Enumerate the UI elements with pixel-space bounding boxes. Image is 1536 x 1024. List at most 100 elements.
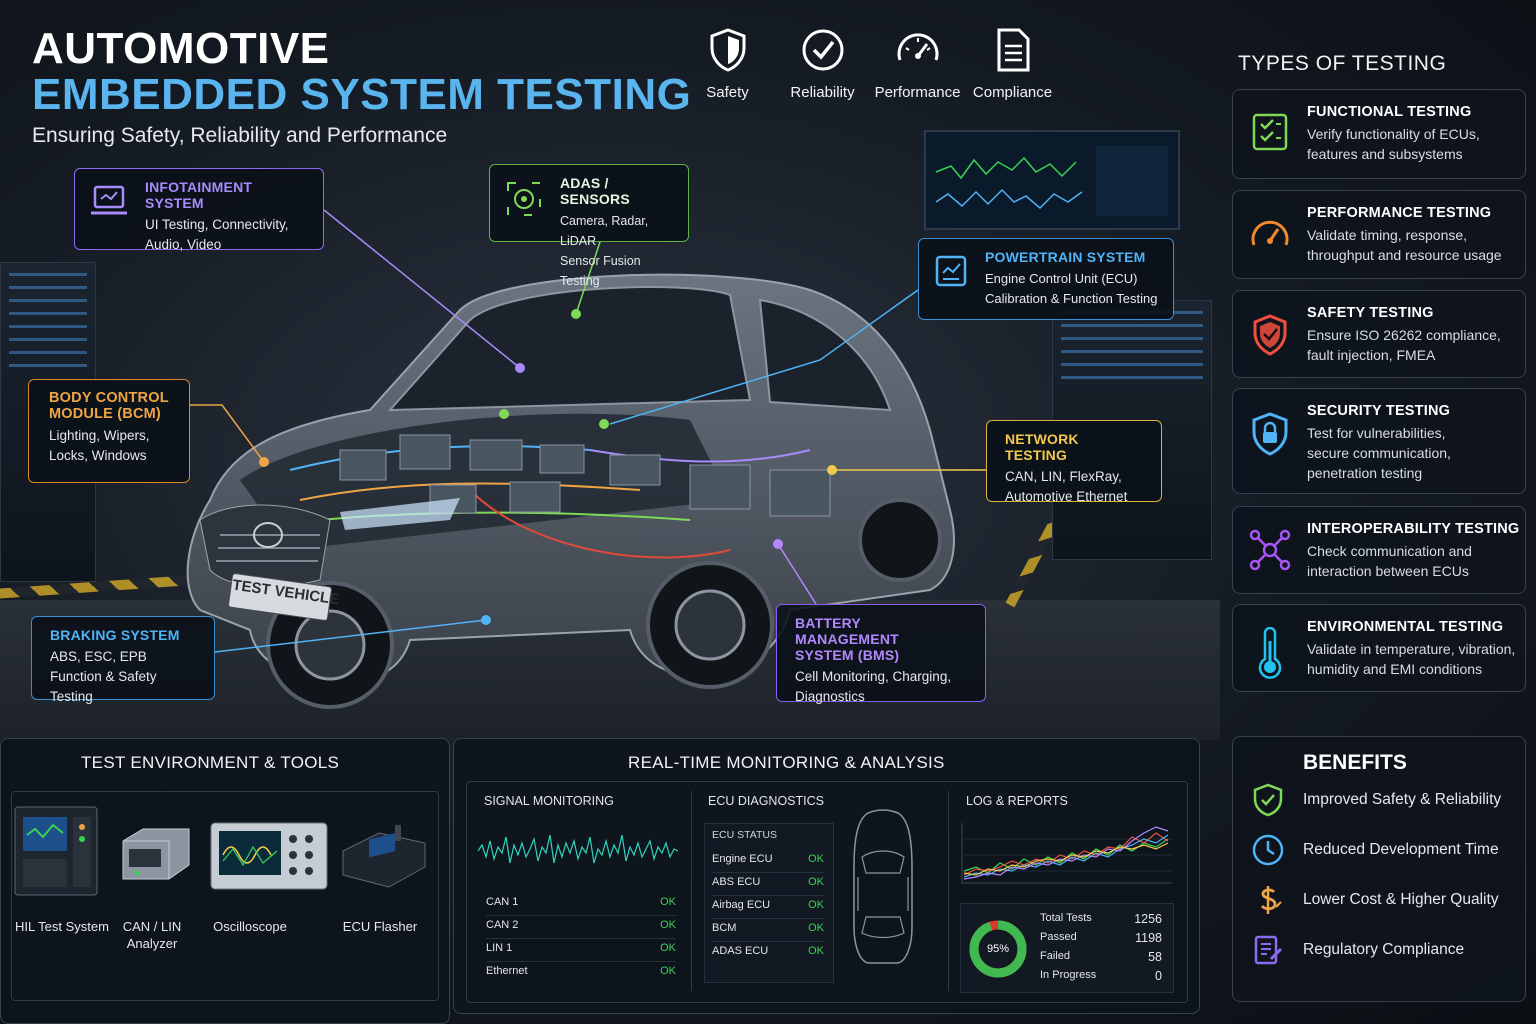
callout-line: Automotive Ethernet <box>1005 489 1128 504</box>
document-icon <box>997 28 1029 72</box>
callout-line: Cell Monitoring, Charging, <box>795 669 952 684</box>
log-stat-value: 58 <box>1148 950 1162 964</box>
benefit-item: Lower Cost & Higher Quality <box>1251 883 1499 917</box>
ecu-chip-icon <box>935 255 967 287</box>
signal-status: OK <box>660 919 676 931</box>
callout-line: Camera, Radar, LiDAR <box>560 214 649 248</box>
signal-row: CAN 2 OK <box>486 919 676 939</box>
log-stat-label: Total Tests <box>1040 912 1092 924</box>
log-stat-value: 1256 <box>1134 912 1162 926</box>
callout-title: ADAS / SENSORS <box>560 175 630 207</box>
testing-type-line: Verify functionality of ECUs, <box>1307 126 1480 142</box>
testing-type-line: Ensure ISO 26262 compliance, <box>1307 327 1501 343</box>
testing-type-title: FUNCTIONAL TESTING <box>1307 104 1472 120</box>
ecu-name: Engine ECU <box>712 853 773 865</box>
sensor-target-icon <box>507 182 541 216</box>
network-nodes-icon <box>1249 529 1291 571</box>
gauge-icon <box>1251 220 1289 246</box>
testing-type-card-environmental[interactable]: ENVIRONMENTAL TESTING Validate in temper… <box>1232 604 1526 692</box>
log-stat-value: 1198 <box>1135 931 1162 945</box>
benefits-panel: BENEFITS Improved Safety & Reliability R… <box>1232 736 1526 1002</box>
divider <box>691 791 692 991</box>
benefit-label: Regulatory Compliance <box>1303 941 1465 958</box>
ecu-name: ADAS ECU <box>712 945 769 957</box>
wall-monitor <box>924 130 1180 230</box>
ecu-row: Airbag ECU OK <box>712 899 824 919</box>
dollar-icon <box>1260 886 1282 914</box>
callout-line: UI Testing, Connectivity, <box>145 217 289 232</box>
signal-status: OK <box>660 965 676 977</box>
pillar-label: Compliance <box>972 84 1053 101</box>
signal-name: CAN 1 <box>486 896 519 908</box>
callout-infotainment: INFOTAINMENT SYSTEM UI Testing, Connecti… <box>74 168 324 252</box>
benefit-label: Lower Cost & Higher Quality <box>1303 891 1499 908</box>
testing-type-line: features and subsystems <box>1307 146 1463 162</box>
testing-type-line: throughput and resource usage <box>1307 247 1502 263</box>
ecu-row: BCM OK <box>712 922 824 942</box>
signal-monitoring-title: SIGNAL MONITORING <box>484 794 614 808</box>
laptop-icon <box>91 185 127 215</box>
tool-label-line: CAN / LIN <box>122 919 182 934</box>
checklist-icon <box>1252 113 1288 151</box>
log-stat-value: 0 <box>1155 969 1162 983</box>
callout-line: ABS, ESC, EPB <box>50 649 147 664</box>
testing-type-line: Validate in temperature, vibration, <box>1307 641 1516 657</box>
testing-type-card-performance[interactable]: PERFORMANCE TESTING Validate timing, res… <box>1232 190 1526 279</box>
testing-type-title: ENVIRONMENTAL TESTING <box>1307 619 1504 635</box>
callout-powertrain: POWERTRAIN SYSTEM Engine Control Unit (E… <box>918 238 1174 320</box>
pillar-compliance: Compliance <box>965 26 1060 110</box>
ecu-name: ABS ECU <box>712 876 761 888</box>
shield-lock-icon <box>1252 412 1288 456</box>
thermometer-icon <box>1258 627 1282 679</box>
tool-label: CAN / LIN Analyzer <box>107 919 197 951</box>
callout-bms: BATTERY MANAGEMENT SYSTEM (BMS) Cell Mon… <box>776 604 986 704</box>
ecu-status: OK <box>808 876 824 888</box>
car-topview-outline <box>853 809 913 964</box>
benefit-label: Improved Safety & Reliability <box>1303 791 1502 808</box>
testing-type-line: Test for vulnerabilities, <box>1307 425 1446 441</box>
callout-adas: ADAS / SENSORS Camera, Radar, LiDAR Sens… <box>489 164 689 288</box>
signal-name: CAN 2 <box>486 919 519 931</box>
testing-type-line: interaction between ECUs <box>1307 563 1469 579</box>
testing-type-card-functional[interactable]: FUNCTIONAL TESTING Verify functionality … <box>1232 89 1526 179</box>
testing-type-line: secure communication, <box>1307 445 1451 461</box>
callout-line: Diagnostics <box>795 689 865 704</box>
shield-check-icon <box>1253 783 1283 817</box>
tool-label-line: Analyzer <box>126 936 178 951</box>
log-stat-label: Passed <box>1040 931 1077 943</box>
callout-line: Locks, Windows <box>49 448 147 463</box>
test-environment-panel: TEST ENVIRONMENT & TOOLS HIL Test System… <box>0 738 450 1024</box>
ecu-name: BCM <box>712 922 737 934</box>
ecu-status: OK <box>808 922 824 934</box>
ecu-status: OK <box>808 945 824 957</box>
pillar-safety: Safety <box>680 26 775 110</box>
signal-row: Ethernet OK <box>486 965 676 985</box>
shield-check-icon <box>1253 314 1287 356</box>
oscilloscope-image <box>210 822 328 890</box>
hil-test-system-image <box>14 806 98 896</box>
log-reports-title: LOG & REPORTS <box>966 794 1068 808</box>
benefit-item: Improved Safety & Reliability <box>1251 783 1501 817</box>
testing-type-line: Check communication and <box>1307 543 1472 559</box>
clock-icon <box>1252 834 1284 866</box>
ecu-status: OK <box>808 899 824 911</box>
ecu-row: Engine ECU OK <box>712 853 824 873</box>
log-stat: Failed 58 <box>1040 950 1162 964</box>
log-stat: Total Tests 1256 <box>1040 912 1162 926</box>
callout-title: SYSTEM (BMS) <box>795 647 900 663</box>
testing-type-title: PERFORMANCE TESTING <box>1307 205 1492 221</box>
callout-line: Calibration & Function Testing <box>985 291 1158 306</box>
testing-type-card-security[interactable]: SECURITY TESTING Test for vulnerabilitie… <box>1232 388 1526 494</box>
callout-title: BODY CONTROL <box>49 390 169 406</box>
tool-label: HIL Test System <box>13 919 111 934</box>
title-line-2: EMBEDDED SYSTEM TESTING <box>32 70 692 119</box>
callout-line: Function & Safety Testing <box>50 669 157 704</box>
testing-type-card-interoperability[interactable]: INTEROPERABILITY TESTING Check communica… <box>1232 506 1526 594</box>
signal-status: OK <box>660 942 676 954</box>
testing-type-card-safety[interactable]: SAFETY TESTING Ensure ISO 26262 complian… <box>1232 290 1526 378</box>
pillar-label: Performance <box>874 84 961 101</box>
ecu-name: Airbag ECU <box>712 899 771 911</box>
callout-network: NETWORK TESTING CAN, LIN, FlexRay, Autom… <box>986 420 1162 504</box>
callout-line: Engine Control Unit (ECU) <box>985 271 1138 286</box>
callout-line: Audio, Video <box>145 237 222 252</box>
